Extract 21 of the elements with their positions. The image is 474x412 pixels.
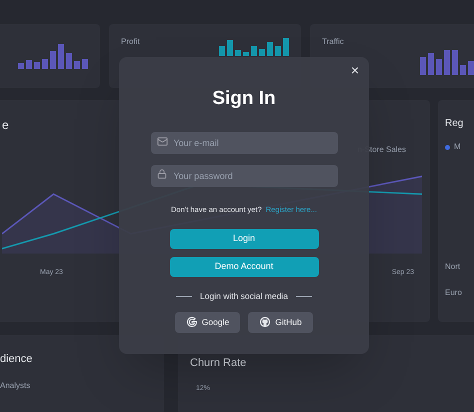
region-label: Nort [445, 261, 462, 273]
github-icon [259, 316, 272, 328]
email-field[interactable]: Your e-mail [150, 132, 338, 154]
stat-label: Traffic [322, 36, 344, 48]
audience-label: Analysts [0, 380, 32, 392]
lock-icon [156, 168, 166, 178]
card-title: dience [0, 352, 34, 367]
mail-icon [156, 136, 168, 146]
card-title: Churn Rate [190, 356, 248, 371]
password-field[interactable]: Your password [150, 164, 338, 186]
dialog-title: Sign In [212, 87, 276, 111]
close-button[interactable]: × [350, 63, 359, 77]
google-button[interactable]: Google [175, 312, 240, 332]
stat-label: Profit [121, 36, 140, 48]
card-title: e [2, 117, 9, 134]
github-button[interactable]: GitHub [248, 312, 313, 332]
google-icon [186, 316, 198, 328]
legend-label: M [454, 141, 461, 153]
social-login-label: Login with social media [200, 290, 288, 302]
card-title: Reg [445, 117, 464, 131]
region-label: Euro [445, 287, 463, 299]
